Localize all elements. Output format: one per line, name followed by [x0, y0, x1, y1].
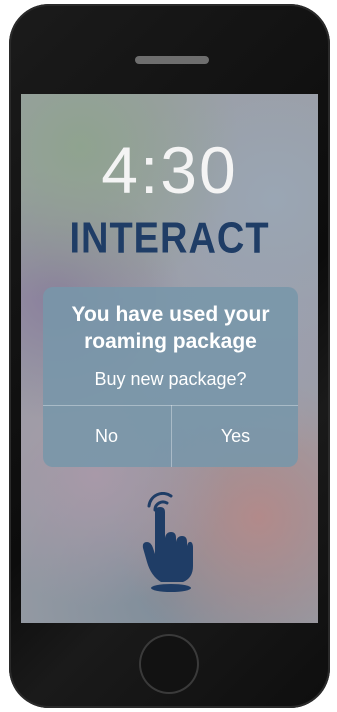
lock-screen: 4:30 INTERACT You have used your roaming…: [21, 94, 318, 623]
yes-button[interactable]: Yes: [172, 406, 298, 467]
roaming-alert-dialog: You have used your roaming package Buy n…: [43, 287, 298, 467]
lock-clock: 4:30: [101, 133, 238, 207]
alert-message: Buy new package?: [94, 369, 247, 389]
phone-frame: 4:30 INTERACT You have used your roaming…: [9, 4, 330, 708]
brand-logo-text: INTERACT: [69, 214, 270, 264]
alert-title: You have used your roaming package: [71, 303, 270, 353]
tap-hand-icon: [142, 492, 193, 592]
home-button[interactable]: [139, 634, 199, 694]
earpiece-speaker: [135, 56, 209, 64]
no-button[interactable]: No: [43, 406, 170, 467]
